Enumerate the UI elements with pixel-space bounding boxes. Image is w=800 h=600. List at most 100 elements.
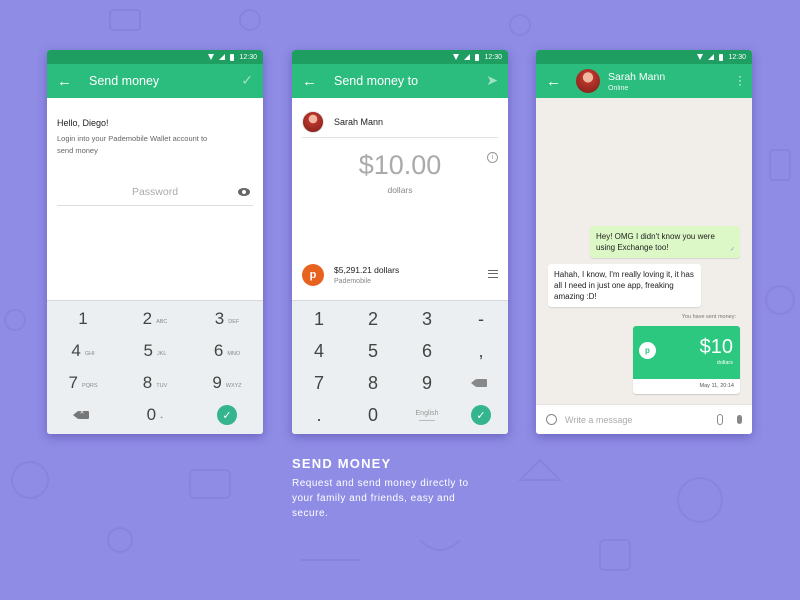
confirm-key[interactable]: ✓ [191, 399, 263, 431]
money-sent-card[interactable]: p $10 dollars May 11, 20:14 [633, 326, 740, 394]
phone-screen-chat: 12:30 ← Sarah Mann Online · · · Hey! OMG I… [536, 50, 752, 434]
keyboard-key[interactable]: 2 [346, 303, 400, 335]
amount-value[interactable]: $10.00 [292, 150, 508, 181]
key-char: 2 [367, 308, 378, 329]
key-char: , [478, 340, 484, 361]
wifi-icon [208, 54, 215, 60]
keypad-key[interactable]: 6 MNO [191, 335, 263, 367]
keyboard-key[interactable]: 7 [292, 367, 346, 399]
key-digit: 5 [143, 341, 153, 360]
app-bar: ← Send money ✓ [47, 64, 263, 98]
keypad-key[interactable]: 3 DEF [191, 303, 263, 335]
phone-screen-login: 12:30 ← Send money ✓ Hello, Diego! Login… [47, 50, 263, 434]
phone-screen-send-money-to: 12:30 ← Send money to ➤ Sarah Mann $10.0… [292, 50, 508, 434]
numeric-keyboard: 1 2 3 - 4 5 6, 7 8 9. 0 English ✓ [292, 300, 508, 434]
card-amount: $10 [699, 336, 733, 358]
check-icon: ✓ [471, 405, 491, 425]
key-char: 1 [313, 308, 324, 329]
keyboard-key[interactable]: - [454, 303, 508, 335]
keyboard-key[interactable]: 5 [346, 335, 400, 367]
numeric-keypad: 12ABC3DEF4GHI5JKL6MNO7PQRS8TUV9WXYZ0+✓ [47, 300, 263, 434]
key-char: 7 [313, 372, 324, 393]
keypad-key[interactable]: 0 + [119, 399, 191, 431]
language-key[interactable]: English [400, 399, 454, 431]
keyboard-key[interactable]: 0 [346, 399, 400, 431]
send-icon[interactable]: ➤ [486, 72, 498, 89]
greeting: Hello, Diego! [57, 118, 109, 128]
contact-status: Online [608, 84, 629, 92]
spacebar-indicator [419, 419, 435, 421]
backspace-key[interactable] [47, 399, 119, 431]
password-field[interactable]: Password [57, 180, 253, 206]
keypad-key[interactable]: 2 ABC [119, 303, 191, 335]
outgoing-message: Hey! OMG I didn't know you were using Ex… [590, 226, 740, 258]
password-placeholder: Password [131, 186, 179, 198]
info-icon[interactable]: i [487, 152, 498, 163]
back-arrow-icon[interactable]: ← [302, 74, 324, 89]
keyboard-key[interactable]: , [454, 335, 508, 367]
key-letters: DEF [228, 319, 240, 325]
microphone-icon[interactable] [737, 415, 742, 424]
keyboard-key[interactable]: 6 [400, 335, 454, 367]
keypad-key[interactable]: 4 GHI [47, 335, 119, 367]
recipient-name: Sarah Mann [334, 116, 384, 127]
attachment-icon[interactable] [717, 414, 723, 425]
status-bar: 12:30 [292, 50, 508, 64]
card-unit: dollars [716, 360, 733, 366]
key-digit: 4 [71, 341, 81, 360]
list-icon[interactable] [488, 270, 498, 278]
keyboard-key[interactable]: 9 [400, 367, 454, 399]
battery-icon [719, 53, 724, 61]
incoming-message: Hahah, I know, I'm really loving it, it … [548, 264, 701, 307]
keypad-key[interactable]: 7 PQRS [47, 367, 119, 399]
signal-icon [219, 54, 226, 60]
back-arrow-icon[interactable]: ← [546, 74, 568, 89]
confirm-key[interactable]: ✓ [454, 399, 508, 431]
login-instruction: Login into your Pademobile Wallet accoun… [57, 134, 208, 155]
back-arrow-icon[interactable]: ← [57, 74, 79, 89]
key-char: - [478, 308, 484, 329]
keyboard-key[interactable]: 1 [292, 303, 346, 335]
check-icon[interactable]: ✓ [241, 72, 253, 89]
recipient-row[interactable]: Sarah Mann [302, 106, 498, 138]
keypad-key[interactable]: 8 TUV [119, 367, 191, 399]
backspace-icon [470, 379, 487, 387]
backspace-icon [72, 409, 89, 419]
key-digit: 6 [213, 341, 224, 360]
key-char: 9 [421, 372, 432, 393]
key-char: 8 [367, 372, 378, 393]
key-digit: 7 [68, 373, 78, 392]
battery-icon [230, 53, 235, 61]
key-digit: 9 [212, 373, 222, 392]
caption-text: Request and send money directly to your … [292, 478, 469, 519]
language-label: English [415, 409, 439, 417]
wallet-name: Pademobile [334, 278, 371, 285]
avatar[interactable] [576, 69, 600, 93]
battery-icon [475, 53, 480, 61]
sent-money-label: You have sent money: [681, 314, 736, 320]
keypad-key[interactable]: 5 JKL [119, 335, 191, 367]
keypad-key[interactable]: 1 [47, 303, 119, 335]
avatar [302, 110, 324, 133]
keyboard-key[interactable]: 8 [346, 367, 400, 399]
key-char: 6 [421, 340, 432, 361]
key-letters: + [160, 415, 164, 421]
keypad-key[interactable]: 9 WXYZ [191, 367, 263, 399]
key-digit: 8 [142, 373, 153, 392]
keyboard-key[interactable]: 4 [292, 335, 346, 367]
key-letters: PQRS [81, 383, 98, 389]
screen-title: Send money to [334, 74, 419, 88]
wallet-row[interactable]: p $5,291.21 dollars Pademobile [302, 260, 498, 290]
message-input[interactable]: Write a message [565, 415, 717, 425]
status-time: 12:30 [484, 53, 502, 61]
keyboard-key[interactable]: . [292, 399, 346, 431]
status-time: 12:30 [239, 53, 257, 61]
status-bar: 12:30 [47, 50, 263, 64]
pademobile-logo-icon: p [302, 264, 324, 286]
pademobile-logo-icon: p [639, 342, 656, 359]
emoji-icon[interactable] [546, 414, 557, 425]
backspace-key[interactable] [454, 367, 508, 399]
eye-icon[interactable] [238, 188, 250, 196]
more-options-icon[interactable]: · · · [738, 70, 742, 90]
keyboard-key[interactable]: 3 [400, 303, 454, 335]
